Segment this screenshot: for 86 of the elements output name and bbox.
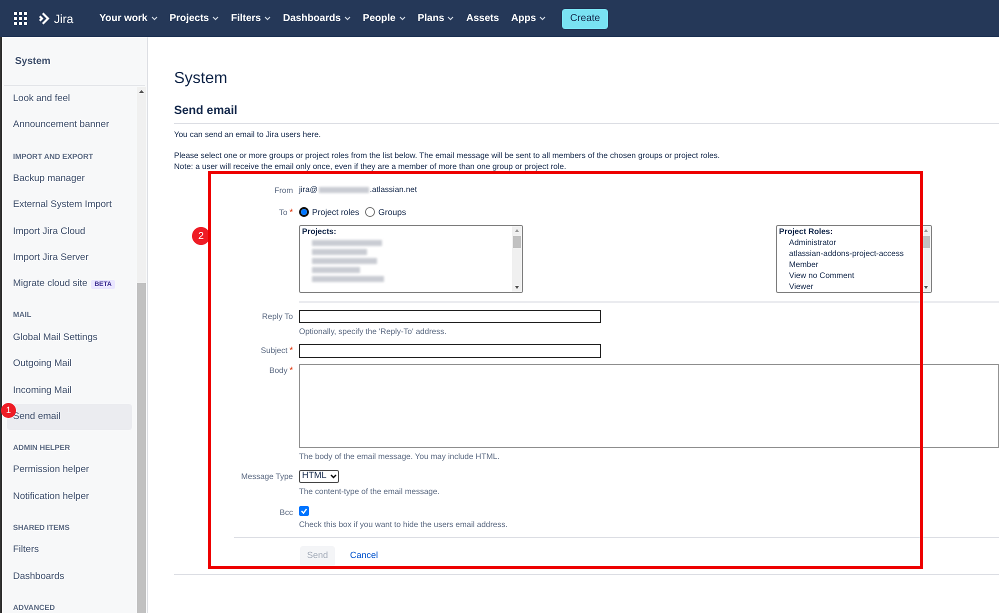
page-title: System (174, 69, 228, 89)
nav-menu-item[interactable]: Your work (93, 6, 164, 30)
field-label: Body (269, 364, 288, 376)
create-button[interactable]: Create (562, 8, 608, 28)
cancel-link[interactable]: Cancel (350, 549, 378, 563)
sidebar-item[interactable]: Incoming Mail (7, 378, 132, 404)
listbox-option[interactable]: Member (789, 258, 818, 270)
chevron-down-icon (264, 16, 271, 21)
nav-menu-item[interactable]: Projects (164, 6, 225, 30)
scroll-up-icon[interactable] (921, 226, 931, 232)
nav-menu-item[interactable]: Plans (412, 6, 460, 30)
help-text: Optionally, specify the 'Reply-To' address. (299, 326, 448, 338)
instruction-text: Please select one or more groups or project roles from the list below. The email message will be sent to all members of the chosen groups or project roles. (174, 150, 721, 161)
instruction-text: Note: a user will receive the email only once, even if they are a member of more than one group or project role. (174, 161, 568, 172)
redacted-text (312, 240, 382, 246)
required-asterisk: * (289, 344, 293, 356)
listbox-heading: Project Roles: (779, 226, 833, 236)
nav-menu-item[interactable]: Apps (505, 6, 552, 30)
jira-logo[interactable]: Jira (37, 10, 74, 28)
sidebar-item[interactable]: External System Import (7, 192, 132, 219)
radio-button[interactable] (299, 207, 309, 218)
body-field[interactable] (299, 364, 999, 448)
sender-address: jira@ (299, 184, 318, 196)
field-label: To (279, 207, 288, 219)
field-label: Bcc (280, 506, 293, 518)
projects-listbox[interactable]: Projects: (299, 224, 523, 292)
radio-option[interactable]: Project roles (299, 206, 360, 219)
field-label: From (274, 185, 293, 197)
sidebar-item[interactable]: Import Jira Cloud (7, 218, 132, 245)
sender-address: .atlassian.net (370, 184, 417, 196)
message-type-select[interactable]: HTML (299, 470, 339, 482)
scroll-thumb[interactable] (513, 236, 521, 248)
listbox-option[interactable]: Viewer (789, 281, 814, 292)
section-heading: Send email (174, 102, 238, 119)
reply-to-field[interactable] (299, 310, 601, 322)
redacted-text (318, 187, 369, 193)
chevron-down-icon (398, 16, 406, 21)
radio-button[interactable] (365, 207, 376, 218)
redacted-text (312, 266, 360, 272)
chevron-down-icon (344, 16, 351, 21)
chevron-down-icon (447, 16, 454, 21)
caret-icon (330, 474, 336, 478)
nav-menu-item[interactable]: Filters (224, 6, 277, 30)
nav-menu-item[interactable]: People (356, 6, 412, 30)
jira-logo-icon (37, 12, 50, 25)
listbox-option[interactable]: Administrator (789, 236, 836, 248)
sidebar-item[interactable]: Dashboards (7, 563, 132, 590)
sidebar-item[interactable]: Import Jira Server (7, 244, 132, 272)
radio-option[interactable]: Groups (365, 206, 406, 219)
sidebar-title: System (15, 54, 51, 68)
chevron-down-icon (539, 16, 546, 21)
nav-menu-item[interactable]: Dashboards (276, 6, 357, 30)
field-label: Message Type (241, 470, 293, 482)
scroll-thumb[interactable] (137, 283, 146, 613)
sidebar-item[interactable]: Permission helper (7, 457, 132, 484)
scroll-down-icon[interactable] (512, 284, 522, 290)
app-switcher-icon[interactable] (14, 12, 27, 25)
nav-menu-item[interactable]: Assets (460, 6, 506, 30)
chevron-down-icon (150, 16, 158, 21)
help-text: The body of the email message. You may include HTML. (299, 450, 501, 462)
required-asterisk: * (289, 364, 293, 376)
sidebar-item[interactable]: Look and feel (7, 86, 132, 112)
listbox-option[interactable]: atlassian-addons-project-access (789, 248, 904, 259)
intro-text: You can send an email to Jira users here. (174, 129, 322, 141)
field-label: Reply To (262, 310, 293, 322)
help-text: The content-type of the email message. (299, 486, 441, 498)
field-label: Subject (260, 344, 288, 356)
sidebar-item[interactable]: Announcement banner (7, 112, 132, 139)
sidebar-item[interactable]: Global Mail Settings (7, 324, 132, 352)
redacted-text (312, 276, 384, 282)
bcc-checkbox[interactable] (299, 506, 309, 516)
sidebar-item[interactable]: Outgoing Mail (7, 351, 132, 378)
sidebar-item[interactable]: Filters (7, 537, 132, 564)
redacted-text (312, 258, 377, 264)
scroll-down-icon[interactable] (921, 284, 931, 290)
roles-listbox[interactable]: Project Roles: Administrator atlassian-addons-project-access Member View no Comment Viewer (776, 224, 932, 292)
help-text: Check this box if you want to hide the users email address. (299, 518, 509, 530)
sidebar-item[interactable]: Backup manager (7, 166, 132, 192)
listbox-option[interactable]: View no Comment (789, 270, 854, 282)
product-name: Jira (54, 10, 74, 28)
chevron-down-icon (212, 16, 219, 21)
subject-field[interactable] (299, 344, 601, 358)
required-asterisk: * (289, 206, 293, 219)
listbox-heading: Projects: (302, 226, 336, 236)
redacted-text (312, 248, 367, 254)
sidebar-item[interactable]: Notification helper (7, 484, 132, 510)
